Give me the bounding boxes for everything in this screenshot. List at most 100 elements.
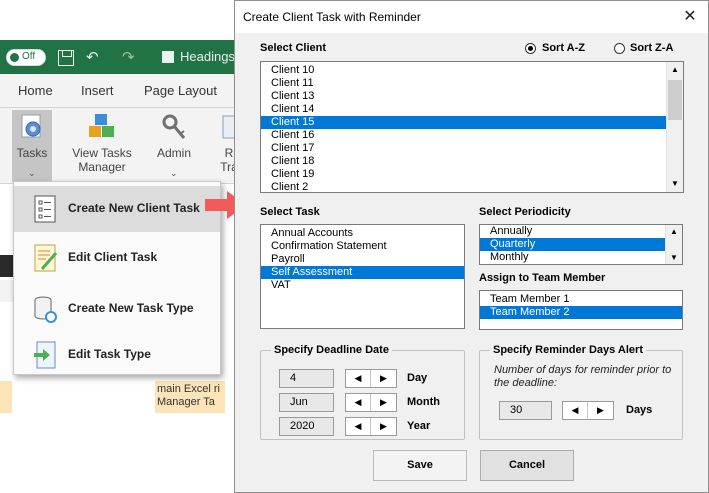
undo-icon[interactable]: ↶: [86, 48, 99, 66]
deadline-date-group: Specify Deadline Date 4 ◀ ▶ Day Jun ◀ ▶ …: [260, 344, 465, 440]
sheet-text-2: Manager Ta: [157, 396, 215, 408]
save-icon[interactable]: [58, 50, 74, 66]
checklist-icon: [34, 195, 56, 223]
month-field[interactable]: Jun: [279, 393, 334, 412]
reminder-days-field[interactable]: 30: [499, 401, 552, 420]
sort-a-z-radio[interactable]: [525, 43, 536, 54]
redo-icon[interactable]: ↷: [122, 48, 135, 66]
decrement-icon[interactable]: ◀: [346, 418, 371, 435]
close-icon[interactable]: ✕: [680, 6, 700, 26]
list-item[interactable]: Client 16: [261, 129, 683, 142]
increment-icon[interactable]: ▶: [371, 418, 396, 435]
list-item[interactable]: Monthly: [480, 251, 682, 264]
day-label: Day: [407, 372, 428, 384]
key-icon: [162, 114, 186, 139]
reminder-days-group: Specify Reminder Days Alert Number of da…: [479, 344, 683, 440]
dialog-title-bar: Create Client Task with Reminder ✕: [235, 1, 708, 33]
menu-item-edit-task-type[interactable]: Edit Task Type: [14, 332, 220, 378]
list-item[interactable]: Client 19: [261, 168, 683, 181]
select-task-label: Select Task: [260, 206, 320, 218]
increment-icon[interactable]: ▶: [371, 394, 396, 411]
list-item[interactable]: Annual Accounts: [261, 227, 464, 240]
list-item[interactable]: Team Member 1: [480, 293, 682, 306]
sort-z-a-label[interactable]: Sort Z-A: [630, 42, 673, 54]
chevron-down-icon: ⌄: [28, 168, 36, 178]
list-item[interactable]: Annually: [480, 225, 682, 238]
sheet-strip: [0, 280, 14, 302]
increment-icon[interactable]: ▶: [371, 370, 396, 387]
list-item-selected[interactable]: Quarterly: [480, 238, 682, 251]
dialog-title: Create Client Task with Reminder: [243, 10, 421, 24]
menu-item-create-new-client-task[interactable]: Create New Client Task: [14, 186, 220, 232]
toggle-label: Off: [22, 51, 36, 62]
list-item-selected[interactable]: Self Assessment: [261, 266, 464, 279]
tasks-label: Tasks: [16, 146, 48, 160]
year-field[interactable]: 2020: [279, 417, 334, 436]
list-item[interactable]: Client 10: [261, 64, 683, 77]
ribbon: Tasks ⌄ View Tasks Manager Admin ⌄ R Tra: [0, 108, 240, 184]
reminder-group-title: Specify Reminder Days Alert: [490, 344, 646, 356]
list-item[interactable]: VAT: [261, 279, 464, 292]
sheet-text-1: main Excel ri: [157, 383, 220, 395]
sort-a-z-label[interactable]: Sort A-Z: [542, 42, 585, 54]
menu-item-label: Edit Task Type: [68, 347, 151, 361]
tab-insert[interactable]: Insert: [81, 83, 114, 98]
create-client-task-dialog: Create Client Task with Reminder ✕ Selec…: [234, 0, 709, 493]
periodicity-scrollbar[interactable]: ▲ ▼: [665, 225, 682, 264]
team-member-listbox[interactable]: Team Member 1 Team Member 2: [479, 290, 683, 330]
tasks-button[interactable]: Tasks: [12, 112, 52, 160]
decrement-icon[interactable]: ◀: [563, 402, 588, 419]
tab-page-layout[interactable]: Page Layout: [144, 83, 217, 98]
sheet-cell: [0, 381, 12, 413]
list-item[interactable]: Client 11: [261, 77, 683, 90]
list-item[interactable]: Client 2: [261, 181, 683, 192]
scroll-down-icon[interactable]: ▼: [667, 176, 683, 192]
view-tasks-manager-button[interactable]: View Tasks Manager: [68, 112, 136, 174]
document-arrow-icon: [34, 341, 56, 369]
client-scrollbar[interactable]: ▲ ▼: [666, 62, 683, 192]
menu-item-label: Create New Task Type: [68, 301, 194, 315]
scroll-down-icon[interactable]: ▼: [666, 251, 682, 264]
decrement-icon[interactable]: ◀: [346, 370, 371, 387]
client-listbox[interactable]: Client 10 Client 11 Client 13 Client 14 …: [260, 61, 684, 193]
day-field[interactable]: 4: [279, 369, 334, 388]
list-item[interactable]: Confirmation Statement: [261, 240, 464, 253]
list-item[interactable]: Client 14: [261, 103, 683, 116]
decrement-icon[interactable]: ◀: [346, 394, 371, 411]
cancel-button[interactable]: Cancel: [480, 450, 574, 481]
edit-document-icon: [34, 244, 58, 272]
periodicity-listbox[interactable]: Annually Quarterly Monthly ▲ ▼: [479, 224, 683, 265]
sheet-strip: [0, 255, 14, 277]
headings-checkbox[interactable]: [162, 51, 174, 63]
menu-item-label: Edit Client Task: [68, 250, 158, 264]
list-item[interactable]: Payroll: [261, 253, 464, 266]
deadline-group-title: Specify Deadline Date: [271, 344, 392, 356]
autosave-toggle[interactable]: Off: [6, 49, 46, 66]
increment-icon[interactable]: ▶: [588, 402, 613, 419]
menu-item-create-new-task-type[interactable]: Create New Task Type: [14, 286, 220, 332]
reminder-days-spinner[interactable]: ◀ ▶: [562, 401, 614, 420]
tab-home[interactable]: Home: [18, 83, 53, 98]
list-item[interactable]: Client 18: [261, 155, 683, 168]
toggle-knob: [10, 53, 19, 62]
day-spinner[interactable]: ◀ ▶: [345, 369, 397, 388]
excel-title-bar: Off ↶ ↷ Headings: [0, 40, 240, 74]
scroll-thumb[interactable]: [668, 80, 682, 120]
list-item[interactable]: Client 13: [261, 90, 683, 103]
admin-button[interactable]: Admin: [150, 112, 198, 160]
menu-item-edit-client-task[interactable]: Edit Client Task: [14, 235, 220, 281]
sort-z-a-radio[interactable]: [614, 43, 625, 54]
save-button[interactable]: Save: [373, 450, 467, 481]
task-listbox[interactable]: Annual Accounts Confirmation Statement P…: [260, 224, 465, 329]
days-label: Days: [626, 404, 653, 416]
list-item[interactable]: Client 17: [261, 142, 683, 155]
month-spinner[interactable]: ◀ ▶: [345, 393, 397, 412]
year-spinner[interactable]: ◀ ▶: [345, 417, 397, 436]
list-item-selected[interactable]: Team Member 2: [480, 306, 682, 319]
scroll-up-icon[interactable]: ▲: [667, 62, 683, 78]
menu-item-label: Create New Client Task: [68, 201, 200, 215]
scroll-up-icon[interactable]: ▲: [666, 225, 682, 238]
headings-label: Headings: [180, 49, 235, 64]
list-item-selected[interactable]: Client 15: [261, 116, 683, 129]
ribbon-tabs: Home Insert Page Layout: [0, 74, 240, 108]
